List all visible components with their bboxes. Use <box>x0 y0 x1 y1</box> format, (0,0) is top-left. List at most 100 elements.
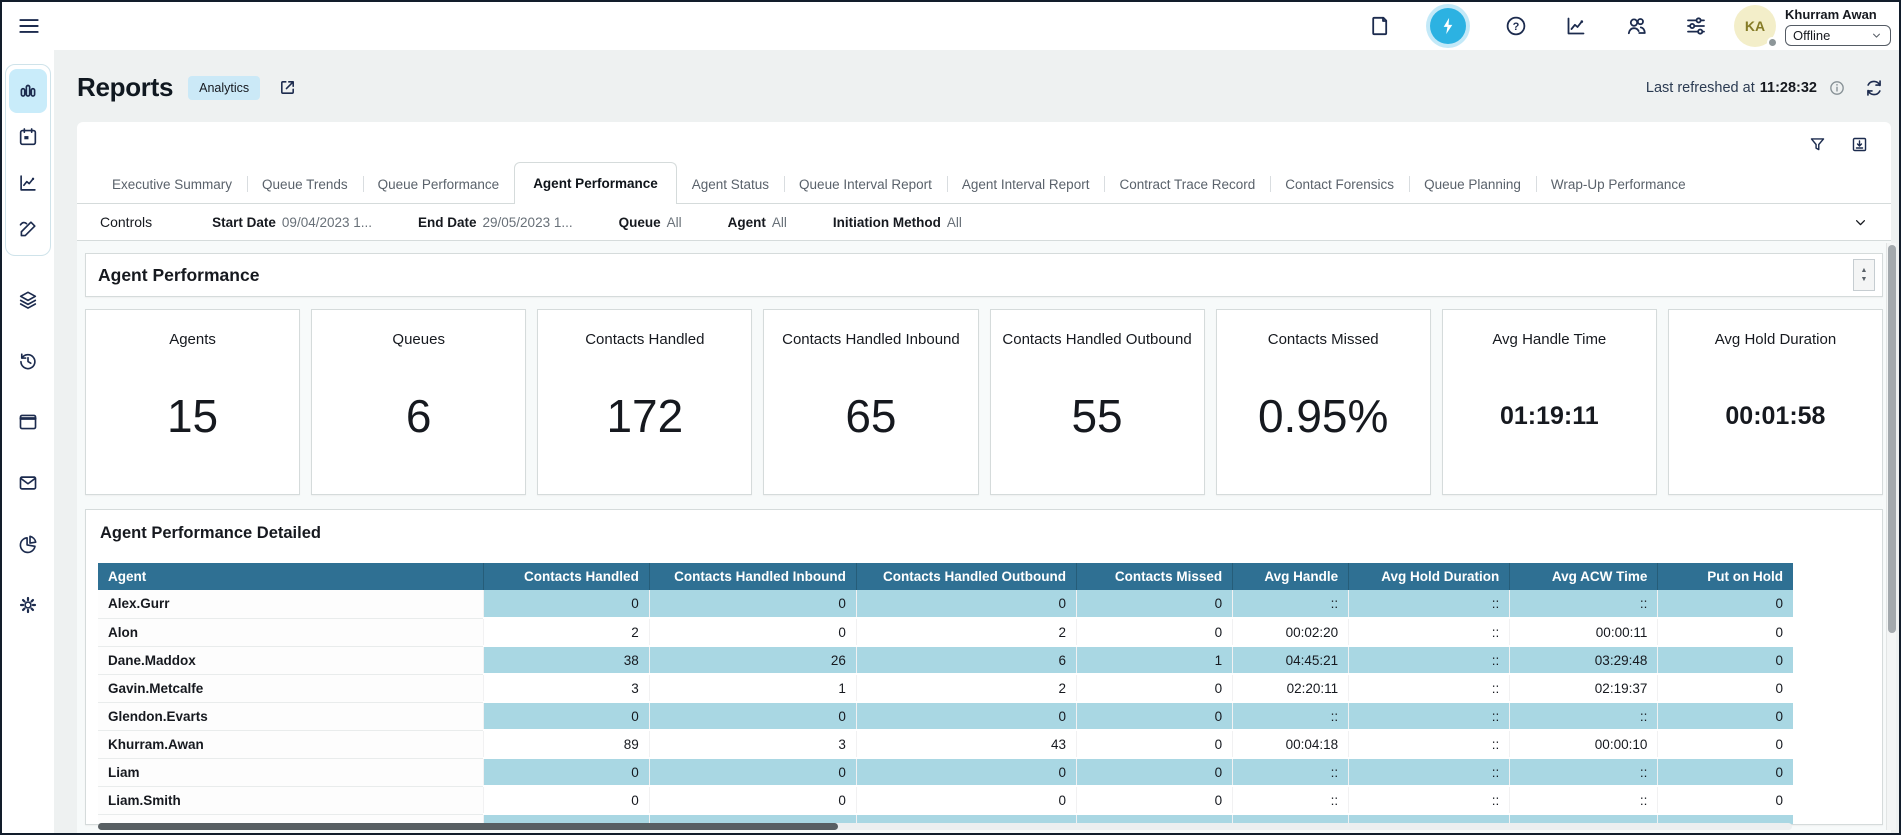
sidebar-item-window[interactable] <box>9 400 47 444</box>
tab-queue-trends[interactable]: Queue Trends <box>247 168 363 203</box>
sidebar-item-pie-chart[interactable] <box>9 522 47 566</box>
metrics-chart-icon[interactable] <box>1564 14 1588 38</box>
vertical-scrollbar[interactable] <box>1886 243 1896 830</box>
agent-name-cell: Glendon.Evarts <box>98 702 483 730</box>
help-icon[interactable]: ? <box>1504 14 1528 38</box>
kpi-card-agents: Agents15 <box>85 309 300 495</box>
kpi-value: 6 <box>406 348 432 494</box>
kpi-value: 172 <box>606 348 683 494</box>
users-icon[interactable] <box>1624 14 1648 38</box>
tab-queue-planning[interactable]: Queue Planning <box>1409 168 1536 203</box>
status-dropdown[interactable]: Offline <box>1785 25 1891 46</box>
filter-end-date[interactable]: End Date29/05/2023 1... <box>418 215 573 230</box>
column-header-avg-hold-duration: Avg Hold Duration <box>1349 563 1510 590</box>
metric-cell: :: <box>1349 702 1510 730</box>
metric-cell: 0 <box>1658 758 1793 786</box>
last-refreshed-label: Last refreshed at <box>1646 80 1755 96</box>
metric-cell: 0 <box>649 590 856 618</box>
kpi-card-avg-handle-time: Avg Handle Time01:19:11 <box>1442 309 1657 495</box>
metric-cell: 43 <box>856 730 1076 758</box>
agent-name-cell: Gavin.Metcalfe <box>98 674 483 702</box>
metric-cell: 02:20:11 <box>1233 674 1349 702</box>
settings-sliders-icon[interactable] <box>1684 14 1708 38</box>
sidebar-item-settings[interactable] <box>9 583 47 627</box>
page-header: Reports Analytics Last refreshed at 11:2… <box>54 50 1899 122</box>
metric-cell: 0 <box>856 702 1076 730</box>
kpi-label: Contacts Handled <box>585 331 704 348</box>
agent-name-cell: Alon <box>98 618 483 646</box>
download-icon[interactable] <box>1850 135 1869 154</box>
metric-cell: 0 <box>1658 618 1793 646</box>
kpi-label: Contacts Handled Outbound <box>1002 331 1191 348</box>
sidebar-item-reports[interactable] <box>9 69 47 113</box>
metric-cell: 02:19:37 <box>1510 674 1658 702</box>
tab-agent-status[interactable]: Agent Status <box>677 168 784 203</box>
svg-text:?: ? <box>1513 21 1520 33</box>
tab-executive-summary[interactable]: Executive Summary <box>97 168 247 203</box>
refresh-area: Last refreshed at 11:28:32 <box>1646 77 1885 99</box>
metric-cell: 0 <box>1077 786 1233 814</box>
column-header-avg-handle: Avg Handle <box>1233 563 1349 590</box>
topbar: ? KA Khurram Awan Offline <box>2 2 1899 50</box>
metric-cell: 0 <box>649 702 856 730</box>
tab-contract-trace-record[interactable]: Contract Trace Record <box>1104 168 1270 203</box>
table-row: Glendon.Evarts0000::::::0 <box>98 702 1793 730</box>
vertical-scrollbar-thumb[interactable] <box>1888 245 1896 633</box>
tab-queue-interval-report[interactable]: Queue Interval Report <box>784 168 947 203</box>
main-area: Reports Analytics Last refreshed at 11:2… <box>54 50 1899 833</box>
tab-agent-performance[interactable]: Agent Performance <box>514 162 677 204</box>
horizontal-scrollbar-thumb[interactable] <box>98 823 838 830</box>
info-icon[interactable] <box>1828 79 1846 97</box>
agent-performance-table: AgentContacts HandledContacts Handled In… <box>98 563 1793 825</box>
filter-agent[interactable]: AgentAll <box>728 215 787 230</box>
metric-cell: :: <box>1510 758 1658 786</box>
controls-row: Controls Start Date09/04/2023 1...End Da… <box>77 204 1891 241</box>
notes-icon[interactable] <box>1368 14 1392 38</box>
kpi-label: Agents <box>169 331 216 348</box>
refresh-icon[interactable] <box>1863 77 1885 99</box>
sidebar-item-calendar[interactable] <box>9 115 47 159</box>
metric-cell: :: <box>1233 758 1349 786</box>
sidebar-item-design[interactable] <box>9 207 47 251</box>
filter-initiation-method[interactable]: Initiation MethodAll <box>833 215 962 230</box>
bolt-icon[interactable] <box>1430 8 1466 44</box>
controls-expand-icon[interactable] <box>1852 214 1869 231</box>
sidebar-item-history[interactable] <box>9 339 47 383</box>
metric-cell: 00:04:18 <box>1233 730 1349 758</box>
metric-cell: 0 <box>649 758 856 786</box>
metric-cell: :: <box>1233 786 1349 814</box>
status-dot-icon <box>1767 37 1778 48</box>
metric-cell: 26 <box>649 646 856 674</box>
stepper-control[interactable]: ▲▼ <box>1853 259 1875 291</box>
metric-cell: 1 <box>649 674 856 702</box>
kpi-label: Queues <box>392 331 445 348</box>
metric-cell: 0 <box>1077 758 1233 786</box>
horizontal-scrollbar[interactable] <box>98 823 1792 830</box>
metric-cell: 0 <box>1077 730 1233 758</box>
tab-contact-forensics[interactable]: Contact Forensics <box>1270 168 1409 203</box>
metric-cell: 38 <box>483 646 649 674</box>
kpi-row: Agents15 Queues6 Contacts Handled172 Contac… <box>85 309 1883 495</box>
table-row: Liam0000::::::0 <box>98 758 1793 786</box>
filter-queue[interactable]: QueueAll <box>619 215 682 230</box>
metric-cell: :: <box>1349 646 1510 674</box>
sidebar-item-metrics[interactable] <box>9 161 47 205</box>
analytics-badge: Analytics <box>188 76 260 100</box>
metric-cell: 0 <box>1658 674 1793 702</box>
tab-agent-interval-report[interactable]: Agent Interval Report <box>947 168 1105 203</box>
sidebar-item-mail[interactable] <box>9 461 47 505</box>
menu-icon[interactable] <box>16 13 42 39</box>
tab-queue-performance[interactable]: Queue Performance <box>363 168 515 203</box>
report-content: Agent Performance ▲▼ Agents15Queues6Cont… <box>77 241 1891 833</box>
metric-cell: 00:00:11 <box>1510 618 1658 646</box>
column-header-agent: Agent <box>98 563 483 590</box>
filter-start-date[interactable]: Start Date09/04/2023 1... <box>212 215 372 230</box>
tab-wrap-up-performance[interactable]: Wrap-Up Performance <box>1536 168 1701 203</box>
sidebar-item-layers[interactable] <box>9 278 47 322</box>
column-header-contacts-handled-outbound: Contacts Handled Outbound <box>856 563 1076 590</box>
external-link-icon[interactable] <box>277 77 298 98</box>
filter-icon[interactable] <box>1808 135 1827 154</box>
avatar[interactable]: KA <box>1734 5 1776 47</box>
kpi-card-contacts-handled-inbound: Contacts Handled Inbound65 <box>763 309 978 495</box>
utility-row <box>77 122 1891 154</box>
